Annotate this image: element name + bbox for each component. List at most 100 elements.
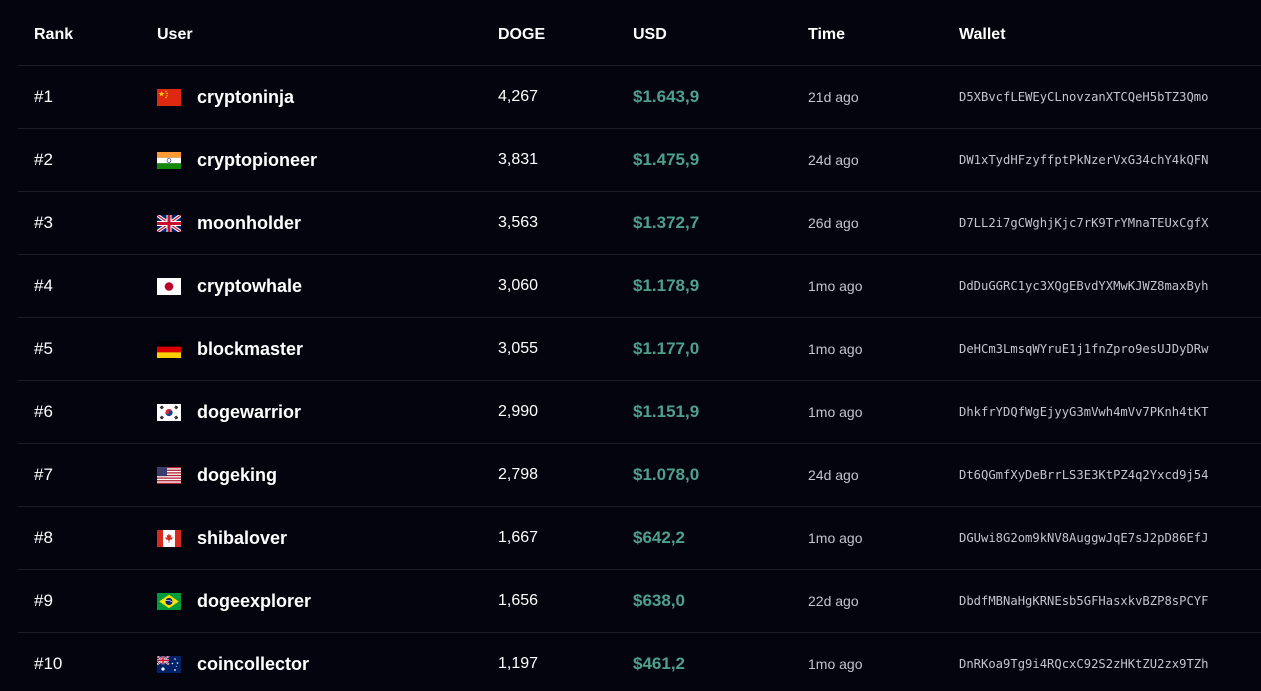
table-row[interactable]: #4 cryptowhale 3,060 $1.178,9 1mo ago Dd… (18, 255, 1261, 318)
table-row[interactable]: #5 blockmaster 3,055 $1.177,0 1mo ago De… (18, 318, 1261, 381)
username[interactable]: moonholder (197, 213, 301, 234)
user-cell[interactable]: moonholder (157, 192, 301, 254)
usd-amount: $1.475,9 (633, 150, 700, 169)
usd-cell: $1.151,9 (633, 381, 699, 443)
time-cell: 1mo ago (808, 381, 862, 443)
usd-cell: $638,0 (633, 570, 685, 632)
wallet-cell[interactable]: DW1xTydHFzyffptPkNzerVxG34chY4kQFN (959, 129, 1208, 191)
user-cell[interactable]: dogewarrior (157, 381, 301, 443)
wallet-cell[interactable]: D7LL2i7gCWghjKjc7rK9TrYMnaTEUxCgfX (959, 192, 1208, 254)
header-time[interactable]: Time (808, 4, 845, 65)
doge-amount: 3,060 (498, 277, 539, 294)
doge-amount: 3,563 (498, 214, 539, 231)
wallet-address[interactable]: DhkfrYDQfWgEjyyG3mVwh4mVv7PKnh4tKT (959, 405, 1208, 419)
table-row[interactable]: #3 moonholder 3,563 $1.372,7 26d ago D7L… (18, 192, 1261, 255)
rank-value: #1 (34, 87, 53, 106)
japan-flag-icon (157, 277, 181, 295)
china-flag-icon (157, 88, 181, 106)
table-row[interactable]: #10 coincollector 1,197 $461,2 1mo ago D… (18, 633, 1261, 691)
doge-amount: 1,197 (498, 655, 539, 672)
user-cell[interactable]: cryptoninja (157, 66, 294, 128)
brazil-flag-icon (157, 592, 181, 610)
header-wallet[interactable]: Wallet (959, 4, 1006, 65)
wallet-address[interactable]: DnRKoa9Tg9i4RQcxC92S2zHKtZU2zx9TZh (959, 657, 1208, 671)
user-cell[interactable]: cryptowhale (157, 255, 302, 317)
time-ago: 24d ago (808, 152, 859, 168)
doge-cell: 2,990 (498, 381, 538, 443)
uk-flag-icon (157, 214, 181, 232)
time-cell: 21d ago (808, 66, 859, 128)
wallet-address[interactable]: D5XBvcfLEWEyCLnovzanXTCQeH5bTZ3Qmo (959, 90, 1208, 104)
doge-cell: 1,667 (498, 507, 538, 569)
table-row[interactable]: #6 dogewarrior 2,990 $1.151,9 1mo ago Dh… (18, 381, 1261, 444)
usd-cell: $1.643,9 (633, 66, 699, 128)
doge-cell: 3,055 (498, 318, 538, 380)
usd-amount: $461,2 (633, 654, 685, 673)
usa-flag-icon (157, 466, 181, 484)
user-cell[interactable]: blockmaster (157, 318, 303, 380)
time-cell: 24d ago (808, 444, 859, 506)
username[interactable]: cryptoninja (197, 87, 294, 108)
wallet-cell[interactable]: DdDuGGRC1yc3XQgEBvdYXMwKJWZ8maxByh (959, 255, 1208, 317)
user-cell[interactable]: shibalover (157, 507, 287, 569)
doge-cell: 2,798 (498, 444, 538, 506)
user-cell[interactable]: coincollector (157, 633, 309, 691)
wallet-cell[interactable]: DbdfMBNaHgKRNEsb5GFHasxkvBZP8sPCYF (959, 570, 1208, 632)
wallet-address[interactable]: DW1xTydHFzyffptPkNzerVxG34chY4kQFN (959, 153, 1208, 167)
table-row[interactable]: #2 cryptopioneer 3,831 $1.475,9 24d ago … (18, 129, 1261, 192)
header-user[interactable]: User (157, 4, 193, 65)
wallet-address[interactable]: DGUwi8G2om9kNV8AuggwJqE7sJ2pD86EfJ (959, 531, 1208, 545)
username[interactable]: dogeking (197, 465, 277, 486)
germany-flag-icon (157, 340, 181, 358)
doge-amount: 1,667 (498, 529, 539, 546)
user-cell[interactable]: dogeking (157, 444, 277, 506)
wallet-address[interactable]: DdDuGGRC1yc3XQgEBvdYXMwKJWZ8maxByh (959, 279, 1208, 293)
time-ago: 1mo ago (808, 278, 863, 294)
wallet-address[interactable]: D7LL2i7gCWghjKjc7rK9TrYMnaTEUxCgfX (959, 216, 1208, 230)
rank-cell: #9 (34, 570, 53, 632)
wallet-address[interactable]: DeHCm3LmsqWYruE1j1fnZpro9esUJDyDRw (959, 342, 1208, 356)
usd-amount: $1.177,0 (633, 339, 700, 358)
rank-value: #3 (34, 213, 53, 232)
wallet-cell[interactable]: DnRKoa9Tg9i4RQcxC92S2zHKtZU2zx9TZh (959, 633, 1208, 691)
wallet-cell[interactable]: DeHCm3LmsqWYruE1j1fnZpro9esUJDyDRw (959, 318, 1208, 380)
table-row[interactable]: #8 shibalover 1,667 $642,2 1mo ago DGUwi… (18, 507, 1261, 570)
username[interactable]: dogewarrior (197, 402, 301, 423)
doge-amount: 2,990 (498, 403, 539, 420)
wallet-cell[interactable]: DhkfrYDQfWgEjyyG3mVwh4mVv7PKnh4tKT (959, 381, 1208, 443)
user-cell[interactable]: cryptopioneer (157, 129, 317, 191)
usd-cell: $461,2 (633, 633, 685, 691)
rank-cell: #7 (34, 444, 53, 506)
user-cell[interactable]: dogeexplorer (157, 570, 311, 632)
doge-cell: 3,563 (498, 192, 538, 254)
username[interactable]: blockmaster (197, 339, 303, 360)
header-doge[interactable]: DOGE (498, 4, 545, 65)
rank-value: #5 (34, 339, 53, 358)
table-row[interactable]: #9 dogeexplorer 1,656 $638,0 22d ago Dbd… (18, 570, 1261, 633)
doge-cell: 3,060 (498, 255, 538, 317)
table-row[interactable]: #7 dogeking 2,798 $1.078,0 24d ago Dt6QG… (18, 444, 1261, 507)
rank-cell: #8 (34, 507, 53, 569)
wallet-address[interactable]: DbdfMBNaHgKRNEsb5GFHasxkvBZP8sPCYF (959, 594, 1208, 608)
header-rank[interactable]: Rank (34, 4, 73, 65)
rank-cell: #5 (34, 318, 53, 380)
time-cell: 24d ago (808, 129, 859, 191)
rank-cell: #3 (34, 192, 53, 254)
wallet-cell[interactable]: Dt6QGmfXyDeBrrLS3E3KtPZ4q2Yxcd9j54 (959, 444, 1208, 506)
usd-amount: $1.151,9 (633, 402, 700, 421)
username[interactable]: dogeexplorer (197, 591, 311, 612)
doge-amount: 4,267 (498, 88, 539, 105)
table-row[interactable]: #1 cryptoninja 4,267 $1.643,9 21d ago D5… (18, 66, 1261, 129)
username[interactable]: coincollector (197, 654, 309, 675)
username[interactable]: cryptopioneer (197, 150, 317, 171)
username[interactable]: cryptowhale (197, 276, 302, 297)
wallet-address[interactable]: Dt6QGmfXyDeBrrLS3E3KtPZ4q2Yxcd9j54 (959, 468, 1208, 482)
doge-cell: 1,656 (498, 570, 538, 632)
wallet-cell[interactable]: DGUwi8G2om9kNV8AuggwJqE7sJ2pD86EfJ (959, 507, 1208, 569)
wallet-cell[interactable]: D5XBvcfLEWEyCLnovzanXTCQeH5bTZ3Qmo (959, 66, 1208, 128)
username[interactable]: shibalover (197, 528, 287, 549)
time-ago: 1mo ago (808, 656, 863, 672)
header-usd[interactable]: USD (633, 4, 667, 65)
doge-cell: 4,267 (498, 66, 538, 128)
canada-flag-icon (157, 529, 181, 547)
